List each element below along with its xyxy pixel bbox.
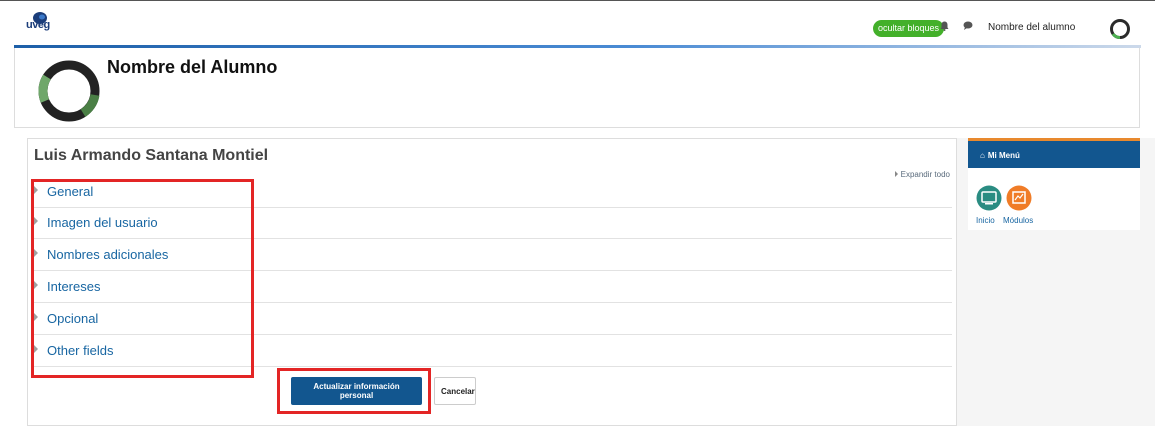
profile-avatar-icon <box>38 60 100 122</box>
my-menu-block: ⌂ Mi Menú Inicio Módulos <box>968 138 1140 230</box>
top-navbar: uveg ocultar bloques Nombre del alumno <box>0 0 1155 46</box>
username-label[interactable]: Nombre del alumno <box>988 22 1075 33</box>
user-fullname: Luis Armando Santana Montiel <box>34 147 269 164</box>
bell-icon[interactable] <box>940 21 949 34</box>
block-title: ⌂ Mi Menú <box>980 151 1020 160</box>
home-icon: ⌂ <box>980 151 985 160</box>
chat-icon[interactable] <box>963 21 973 33</box>
block-header: ⌂ Mi Menú <box>968 138 1140 168</box>
cancel-button[interactable]: Cancelar <box>434 377 476 405</box>
user-avatar-icon[interactable] <box>1109 18 1131 40</box>
menu-item-home[interactable]: Inicio <box>976 216 995 225</box>
menu-item-modules[interactable]: Módulos <box>1003 216 1033 225</box>
sections-highlight-box <box>31 179 254 378</box>
monitor-icon[interactable] <box>976 185 1002 211</box>
button-highlight-box <box>277 368 431 414</box>
edit-profile-form: Luis Armando Santana Montiel Expandir to… <box>27 138 957 426</box>
page-title: Nombre del Alumno <box>107 57 278 77</box>
hide-blocks-button[interactable]: ocultar bloques <box>873 20 945 37</box>
page-header: Nombre del Alumno <box>14 48 1140 128</box>
logo-text: uveg <box>26 19 50 31</box>
block-title-text: Mi Menú <box>987 151 1020 160</box>
modules-icon[interactable] <box>1006 185 1032 211</box>
